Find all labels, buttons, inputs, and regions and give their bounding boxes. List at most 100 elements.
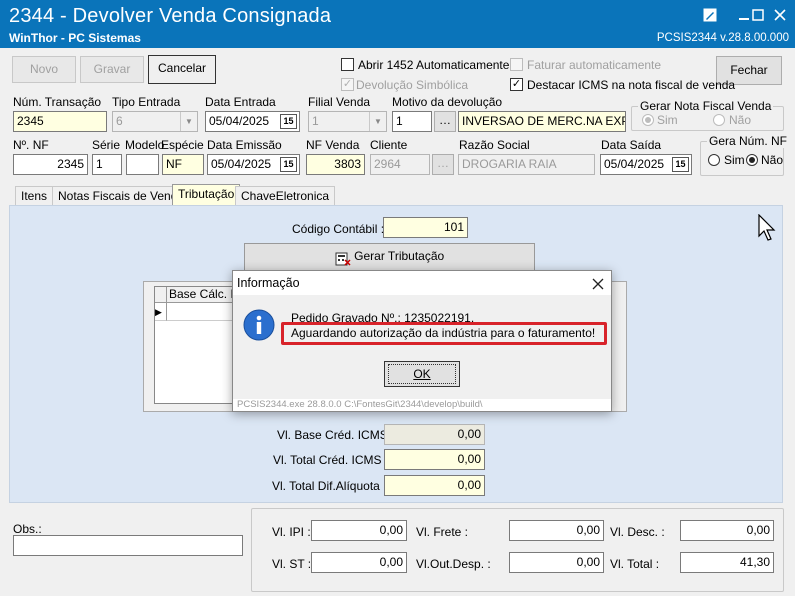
serie-field[interactable]: 1 bbox=[92, 154, 122, 175]
filial-venda-value: 1 bbox=[312, 114, 319, 128]
tab-notas-fiscais[interactable]: Notas Fiscais de Venda bbox=[52, 186, 191, 205]
destacar-icms-label: Destacar ICMS na nota fiscal de venda bbox=[527, 78, 736, 92]
num-transacao-field[interactable]: 2345 bbox=[13, 111, 107, 132]
calendar-icon[interactable]: 15 bbox=[280, 157, 297, 172]
motivo-code-field[interactable]: 1 bbox=[392, 111, 432, 132]
dialog-close-icon[interactable] bbox=[585, 273, 611, 293]
window-subtitle: WinThor - PC Sistemas bbox=[9, 31, 141, 45]
close-icon[interactable] bbox=[766, 4, 794, 26]
row-indicator-icon: ▶ bbox=[155, 303, 167, 321]
gerar-tributacao-label: Gerar Tributação bbox=[354, 249, 445, 263]
window-title: 2344 - Devolver Venda Consignada bbox=[9, 5, 332, 27]
especie-field[interactable]: NF bbox=[162, 154, 204, 175]
faturar-auto-checkbox[interactable] bbox=[510, 58, 523, 71]
ok-label: OK bbox=[388, 364, 456, 384]
codigo-contabil-field[interactable]: 101 bbox=[383, 217, 468, 238]
vl-st-label: Vl. ST : bbox=[272, 557, 312, 571]
vl-total-label: Vl. Total : bbox=[610, 557, 660, 571]
gerar-nf-sim-radio[interactable] bbox=[642, 114, 654, 126]
razao-label: Razão Social bbox=[459, 138, 530, 152]
tab-itens[interactable]: Itens bbox=[15, 186, 54, 205]
gerar-nf-nao-radio[interactable] bbox=[713, 114, 725, 126]
data-saida-field[interactable]: 05/04/2025 15 bbox=[600, 154, 692, 175]
nf-venda-label: NF Venda bbox=[306, 138, 360, 152]
gera-num-nf-title: Gera Núm. NF bbox=[707, 134, 790, 148]
tipo-entrada-select[interactable]: 6 ▼ bbox=[112, 111, 198, 132]
gera-num-sim-radio[interactable] bbox=[708, 154, 720, 166]
num-nf-label: Nº. NF bbox=[13, 138, 49, 152]
tab-tributacao[interactable]: Tributação bbox=[172, 184, 241, 206]
cancelar-button[interactable]: Cancelar bbox=[148, 55, 216, 84]
dialog-title: Informação bbox=[237, 276, 300, 290]
nf-venda-field[interactable]: 3803 bbox=[306, 154, 365, 175]
data-entrada-field[interactable]: 05/04/2025 15 bbox=[205, 111, 300, 132]
version-label: PCSIS2344 v.28.8.00.000 bbox=[656, 32, 789, 44]
data-saida-value: 05/04/2025 bbox=[604, 157, 665, 171]
num-transacao-label: Núm. Transação bbox=[13, 95, 102, 109]
destacar-icms-checkbox[interactable]: ✓ bbox=[510, 78, 523, 91]
devolucao-simbolica-label: Devolução Simbólica bbox=[356, 78, 469, 92]
gerar-nf-title: Gerar Nota Fiscal Venda bbox=[638, 99, 774, 113]
vl-dif-field[interactable]: 0,00 bbox=[384, 475, 485, 496]
motivo-label: Motivo da devolução bbox=[392, 95, 503, 109]
calendar-icon[interactable]: 15 bbox=[280, 114, 297, 129]
dialog-message-line2: Aguardando autorização da indústria para… bbox=[291, 326, 596, 340]
motivo-desc-field: INVERSAO DE MERC.NA EXPEDICA bbox=[458, 111, 626, 132]
vl-frete-field[interactable]: 0,00 bbox=[509, 520, 604, 541]
abrir1452-label: Abrir 1452 Automaticamente bbox=[358, 58, 510, 72]
gera-num-nao-label: Não bbox=[761, 153, 784, 167]
vl-ipi-field[interactable]: 0,00 bbox=[311, 520, 407, 541]
ok-button[interactable]: OK bbox=[384, 361, 460, 387]
title-bar: 2344 - Devolver Venda Consignada WinThor… bbox=[0, 0, 795, 48]
gerar-nf-nao-label: Não bbox=[729, 113, 752, 127]
gerar-nf-sim-label: Sim bbox=[657, 113, 678, 127]
abrir1452-checkbox[interactable] bbox=[341, 58, 354, 71]
filial-venda-label: Filial Venda bbox=[308, 95, 371, 109]
vl-ipi-label: Vl. IPI : bbox=[272, 525, 311, 539]
cliente-lookup-button[interactable]: … bbox=[432, 154, 454, 175]
vl-dif-label: Vl. Total Dif.Alíquota : bbox=[272, 479, 387, 493]
data-emissao-label: Data Emissão bbox=[207, 138, 282, 152]
chevron-down-icon[interactable]: ▼ bbox=[369, 112, 386, 131]
vl-base-cred-label: Vl. Base Créd. ICMS : bbox=[277, 428, 395, 442]
vl-outdesp-field[interactable]: 0,00 bbox=[509, 552, 604, 573]
data-emissao-field[interactable]: 05/04/2025 15 bbox=[207, 154, 300, 175]
devolucao-simbolica-checkbox[interactable]: ✓ bbox=[341, 78, 354, 91]
faturar-auto-label: Faturar automaticamente bbox=[527, 58, 662, 72]
tipo-entrada-value: 6 bbox=[116, 114, 123, 128]
modelo-field[interactable] bbox=[126, 154, 159, 175]
gera-num-nao-radio[interactable] bbox=[746, 154, 758, 166]
vl-base-cred-field: 0,00 bbox=[384, 424, 485, 445]
vl-st-field[interactable]: 0,00 bbox=[311, 552, 407, 573]
cliente-field: 2964 bbox=[370, 154, 430, 175]
info-icon bbox=[243, 309, 275, 344]
obs-field[interactable] bbox=[13, 535, 243, 556]
gravar-button[interactable]: Gravar bbox=[80, 56, 144, 83]
motivo-lookup-button[interactable]: … bbox=[434, 111, 456, 132]
info-dialog: Informação Pedido Gravado Nº.: 123502219… bbox=[232, 270, 612, 412]
tab-chave-eletronica[interactable]: ChaveEletronica bbox=[235, 186, 336, 205]
modelo-label: Modelo bbox=[125, 138, 165, 152]
filial-venda-select[interactable]: 1 ▼ bbox=[308, 111, 387, 132]
data-saida-label: Data Saída bbox=[601, 138, 662, 152]
cliente-label: Cliente bbox=[370, 138, 408, 152]
vl-total-cred-field[interactable]: 0,00 bbox=[384, 449, 485, 470]
codigo-contabil-label: Código Contábil : bbox=[292, 222, 385, 236]
especie-label: Espécie bbox=[161, 138, 204, 152]
razao-field: DROGARIA RAIA bbox=[458, 154, 595, 175]
tipo-entrada-label: Tipo Entrada bbox=[112, 95, 181, 109]
vl-desc-label: Vl. Desc. : bbox=[610, 525, 665, 539]
calendar-icon[interactable]: 15 bbox=[672, 157, 689, 172]
obs-label: Obs.: bbox=[13, 522, 42, 536]
novo-button[interactable]: Novo bbox=[12, 56, 76, 83]
dialog-footer-path: PCSIS2344.exe 28.8.0.0 C:\FontesGit\2344… bbox=[237, 399, 483, 410]
edit-icon[interactable] bbox=[696, 4, 724, 26]
num-nf-field[interactable]: 2345 bbox=[13, 154, 88, 175]
vl-total-field[interactable]: 41,30 bbox=[680, 552, 774, 573]
data-emissao-value: 05/04/2025 bbox=[211, 157, 272, 171]
chevron-down-icon[interactable]: ▼ bbox=[180, 112, 197, 131]
gerar-tributacao-button[interactable]: Gerar Tributação bbox=[244, 243, 535, 271]
vl-frete-label: Vl. Frete : bbox=[416, 525, 469, 539]
data-entrada-value: 05/04/2025 bbox=[209, 114, 270, 128]
vl-desc-field[interactable]: 0,00 bbox=[680, 520, 774, 541]
